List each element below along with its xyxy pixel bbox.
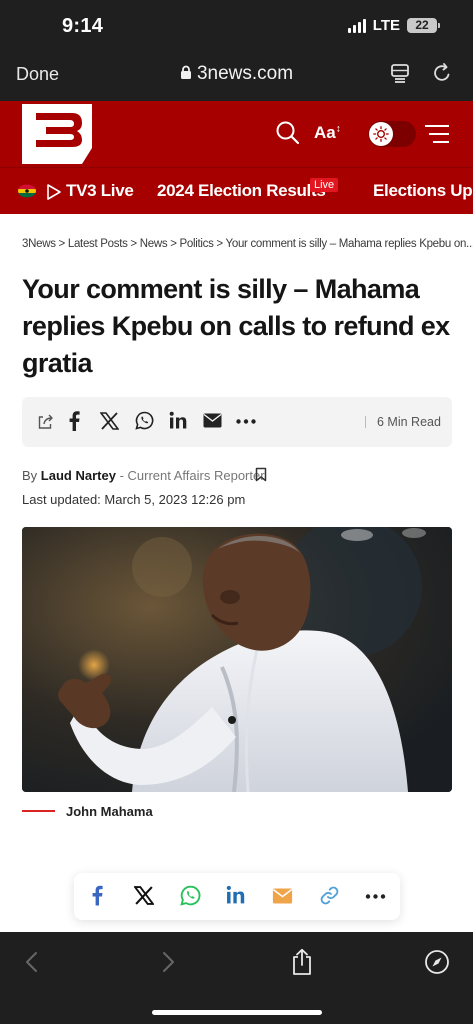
font-size-arrows-icon: ↕: [335, 123, 341, 135]
caption-accent: [22, 810, 55, 812]
facebook-icon[interactable]: [68, 411, 80, 431]
share-bar: 6 Min Read: [22, 397, 452, 447]
author-role: - Current Affairs Reporter: [119, 468, 265, 483]
read-time: 6 Min Read: [377, 415, 441, 429]
nav-item-election-results[interactable]: 2024 Election Results: [157, 181, 326, 201]
forward-icon[interactable]: [162, 951, 176, 973]
linkedin-icon[interactable]: [226, 885, 246, 905]
live-badge: Live: [310, 178, 339, 192]
share-divider: [365, 416, 366, 428]
byline-prefix: By: [22, 468, 38, 483]
x-twitter-icon[interactable]: [100, 412, 119, 430]
last-updated: Last updated: March 5, 2023 12:26 pm: [22, 492, 246, 507]
whatsapp-icon[interactable]: [180, 885, 201, 906]
share-sheet-icon[interactable]: [290, 948, 314, 976]
status-indicators: LTE 22: [347, 17, 440, 34]
link-icon[interactable]: [319, 885, 340, 906]
play-icon: [47, 184, 61, 200]
lock-icon: [180, 65, 191, 79]
bookmark-icon[interactable]: [255, 467, 267, 482]
more-icon[interactable]: [365, 894, 386, 899]
signal-icon: [347, 18, 366, 33]
home-indicator: [152, 1010, 322, 1015]
ghana-flag-icon: [18, 184, 36, 198]
network-label: LTE: [372, 17, 400, 34]
page: 9:14 LTE 22 Done 3news.com NEWS Aa↕ TV3 …: [0, 0, 473, 1024]
x-twitter-icon[interactable]: [134, 886, 154, 905]
email-icon[interactable]: [203, 413, 222, 428]
font-size-label: Aa: [314, 123, 336, 142]
compass-icon[interactable]: [424, 949, 450, 975]
menu-icon[interactable]: [423, 124, 451, 144]
breadcrumb[interactable]: 3News > Latest Posts > News > Politics >…: [22, 238, 473, 250]
image-caption: John Mahama: [66, 804, 153, 819]
reload-icon[interactable]: [431, 62, 453, 84]
author-name[interactable]: Laud Nartey: [41, 468, 116, 483]
dark-mode-toggle[interactable]: [368, 121, 416, 147]
font-size-button[interactable]: Aa↕: [314, 123, 341, 143]
email-icon[interactable]: [272, 888, 293, 904]
status-time: 9:14: [62, 15, 104, 37]
mahama-photo: [22, 527, 452, 792]
nav-item-tv3-live[interactable]: TV3 Live: [66, 181, 134, 201]
facebook-icon[interactable]: [91, 885, 103, 906]
top-nav: TV3 Live 2024 Election Results Live Elec…: [0, 168, 473, 214]
site-header: NEWS Aa↕ TV3 Live 2024 Election Results …: [0, 101, 473, 214]
whatsapp-icon[interactable]: [135, 411, 154, 430]
byline: By Laud Nartey - Current Affairs Reporte…: [22, 468, 265, 483]
article-headline: Your comment is silly – Mahama replies K…: [22, 274, 450, 378]
battery-icon: 22: [407, 18, 440, 33]
sun-icon: [369, 122, 393, 146]
browser-chrome-top: 9:14 LTE 22 Done 3news.com: [0, 0, 473, 101]
nav-item-elections-update[interactable]: Elections Upda: [373, 181, 473, 201]
search-icon[interactable]: [275, 120, 300, 145]
linkedin-icon[interactable]: [169, 411, 188, 430]
battery-level: 22: [415, 18, 429, 32]
share-icon[interactable]: [37, 413, 54, 430]
floating-share-bar: [74, 873, 400, 920]
url-text: 3news.com: [196, 63, 294, 84]
back-icon[interactable]: [24, 951, 38, 973]
article-image[interactable]: [22, 527, 452, 792]
reader-icon[interactable]: [389, 62, 411, 84]
more-icon[interactable]: [236, 419, 256, 424]
logo-text: NEWS: [31, 147, 75, 163]
